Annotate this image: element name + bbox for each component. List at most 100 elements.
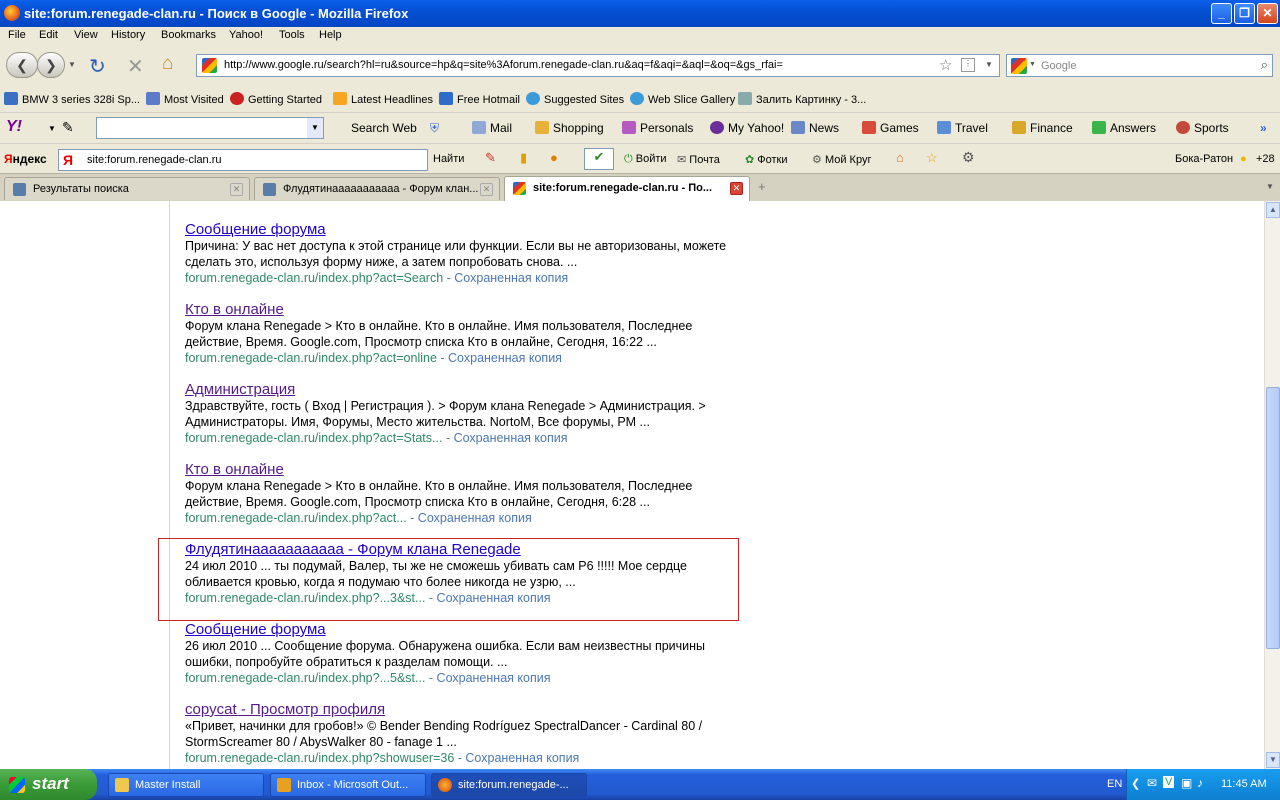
tab-close-icon[interactable]: ✕ — [730, 182, 743, 195]
yahoo-answers[interactable]: Answers — [1092, 121, 1156, 135]
reload-icon[interactable]: ↻ — [89, 54, 106, 79]
pencil-icon[interactable]: ✎ — [62, 119, 74, 136]
menu-history[interactable]: History — [111, 29, 145, 41]
url-dropdown-icon[interactable]: ▼ — [985, 60, 993, 69]
yahoo-personals[interactable]: Personals — [622, 121, 693, 135]
yandex-photos[interactable]: ✿ Фотки — [745, 153, 788, 166]
cached-copy-link[interactable]: - Сохраненная копия — [429, 671, 551, 685]
vertical-scrollbar[interactable]: ▲ ▼ — [1264, 201, 1280, 769]
cached-copy-link[interactable]: - Сохраненная копия — [446, 431, 568, 445]
close-button[interactable]: ✕ — [1257, 3, 1278, 24]
bookmark-item[interactable]: BMW 3 series 328i Sp... — [4, 92, 140, 106]
task-firefox[interactable]: site:forum.renegade-... — [431, 773, 587, 797]
result-title-link[interactable]: Сообщение форума — [185, 621, 745, 638]
result-title-link[interactable]: Кто в онлайне — [185, 301, 745, 318]
spellcheck-icon[interactable]: ✔ — [584, 148, 614, 170]
bookmark-star-icon[interactable]: ☆ — [939, 56, 952, 74]
house-icon[interactable]: ⌂ — [896, 150, 904, 165]
yandex-find-button[interactable]: Найти — [433, 153, 464, 165]
bars-icon[interactable]: ▮ — [520, 150, 527, 166]
yandex-search-input[interactable]: Я site:forum.renegade-clan.ru — [58, 149, 428, 171]
address-bar[interactable]: http://www.google.ru/search?hl=ru&source… — [196, 54, 1000, 77]
yandex-mail[interactable]: ✉ Почта — [677, 153, 720, 166]
menu-tools[interactable]: Tools — [279, 29, 305, 41]
tab-google-search[interactable]: site:forum.renegade-clan.ru - По... ✕ — [504, 176, 750, 201]
network-icon[interactable]: ▣ — [1181, 776, 1192, 790]
scroll-up-icon[interactable]: ▲ — [1266, 202, 1280, 218]
home-icon[interactable]: ⌂ — [162, 53, 173, 75]
yahoo-finance[interactable]: Finance — [1012, 121, 1073, 135]
yahoo-logo[interactable]: Y! — [6, 118, 22, 136]
menu-help[interactable]: Help — [319, 29, 342, 41]
search-engine-icon[interactable] — [1011, 58, 1027, 74]
cached-copy-link[interactable]: - Сохраненная копия — [447, 271, 569, 285]
yahoo-news[interactable]: News — [791, 121, 839, 135]
search-placeholder[interactable]: Google — [1041, 60, 1076, 72]
menu-file[interactable]: File — [8, 29, 26, 41]
tab-close-icon[interactable]: ✕ — [230, 183, 243, 196]
history-dropdown-icon[interactable]: ▼ — [68, 60, 76, 69]
result-title-link[interactable]: Сообщение форума — [185, 221, 745, 238]
yandex-login[interactable]: ⏻ Войти — [624, 153, 667, 166]
weather-temp[interactable]: +28 — [1256, 153, 1275, 165]
task-master-install[interactable]: Master Install — [108, 773, 264, 797]
forward-button[interactable]: ❯ — [37, 52, 65, 78]
chat-icon[interactable]: ● — [550, 150, 558, 165]
search-box[interactable]: ▼ Google ⌕ — [1006, 54, 1273, 77]
tab-list-icon[interactable]: ▼ — [1266, 182, 1274, 191]
yahoo-my-yahoo[interactable]: My Yahoo! — [710, 121, 784, 135]
clock[interactable]: 11:45 AM — [1221, 778, 1267, 790]
yahoo-search-dropdown-icon[interactable]: ▼ — [307, 118, 323, 138]
settings-gear-icon[interactable]: ⚙ — [962, 149, 975, 166]
bluetooth-icon[interactable]: ❮ — [1131, 777, 1140, 790]
yahoo-shopping[interactable]: Shopping — [535, 121, 604, 135]
tab-flood-thread[interactable]: Флудятинааааааааааа - Форум клан... ✕ — [254, 177, 500, 200]
chevron-right-icon[interactable]: » — [1260, 121, 1267, 135]
menu-view[interactable]: View — [74, 29, 98, 41]
marker-icon[interactable]: ✎ — [485, 150, 496, 166]
weather-city[interactable]: Бока-Ратон — [1175, 153, 1233, 165]
yahoo-mail[interactable]: Mail — [472, 121, 512, 135]
bookmark-item[interactable]: Suggested Sites — [526, 92, 624, 106]
menu-yahoo[interactable]: Yahoo! — [229, 29, 263, 41]
tab-search-results[interactable]: Результаты поиска ✕ — [4, 177, 250, 200]
result-title-link[interactable]: Кто в онлайне — [185, 461, 745, 478]
cached-copy-link[interactable]: - Сохраненная копия — [440, 351, 562, 365]
bookmark-item[interactable]: Free Hotmail — [439, 92, 520, 106]
yahoo-games[interactable]: Games — [862, 121, 919, 135]
search-icon[interactable]: ⌕ — [1261, 57, 1268, 73]
address-text[interactable]: http://www.google.ru/search?hl=ru&source… — [224, 59, 783, 71]
minimize-button[interactable]: _ — [1211, 3, 1232, 24]
yahoo-travel[interactable]: Travel — [937, 121, 988, 135]
result-title-link[interactable]: copycat - Просмотр профиля — [185, 701, 745, 718]
cached-copy-link[interactable]: - Сохраненная копия — [410, 511, 532, 525]
yahoo-search-input[interactable]: ▼ — [96, 117, 324, 139]
volume-icon[interactable]: ♪ — [1197, 776, 1203, 790]
star-add-icon[interactable]: ☆ — [926, 150, 938, 166]
start-button[interactable]: start — [0, 769, 97, 800]
scrollbar-thumb[interactable] — [1266, 387, 1280, 649]
cached-copy-link[interactable]: - Сохраненная копия — [458, 751, 580, 765]
yahoo-search-web-button[interactable]: Search Web — [351, 121, 417, 135]
engine-dropdown-icon[interactable]: ▼ — [1029, 61, 1036, 68]
stop-icon[interactable]: ✕ — [127, 54, 144, 79]
antivirus-icon[interactable]: V — [1163, 776, 1175, 788]
new-tab-icon[interactable]: + — [758, 179, 766, 194]
bookmark-item[interactable]: Latest Headlines — [333, 92, 433, 106]
result-title-link[interactable]: Администрация — [185, 381, 745, 398]
menu-edit[interactable]: Edit — [39, 29, 58, 41]
bookmark-item[interactable]: Залить Картинку - 3... — [738, 92, 866, 106]
bookmark-item[interactable]: Web Slice Gallery — [630, 92, 735, 106]
tab-close-icon[interactable]: ✕ — [480, 183, 493, 196]
language-indicator[interactable]: EN — [1107, 778, 1122, 790]
yandex-circle[interactable]: ⚙ Мой Круг — [812, 153, 871, 166]
envelope-icon[interactable]: ✉ — [1147, 776, 1157, 790]
back-button[interactable]: ❮ — [6, 52, 38, 78]
menu-bookmarks[interactable]: Bookmarks — [161, 29, 216, 41]
yahoo-dropdown-icon[interactable]: ▼ — [48, 124, 56, 133]
scroll-down-icon[interactable]: ▼ — [1266, 752, 1280, 768]
task-outlook[interactable]: Inbox - Microsoft Out... — [270, 773, 426, 797]
yandex-logo[interactable]: Яндекс — [4, 152, 47, 166]
bookmark-item[interactable]: Most Visited — [146, 92, 224, 106]
yahoo-sports[interactable]: Sports — [1176, 121, 1229, 135]
